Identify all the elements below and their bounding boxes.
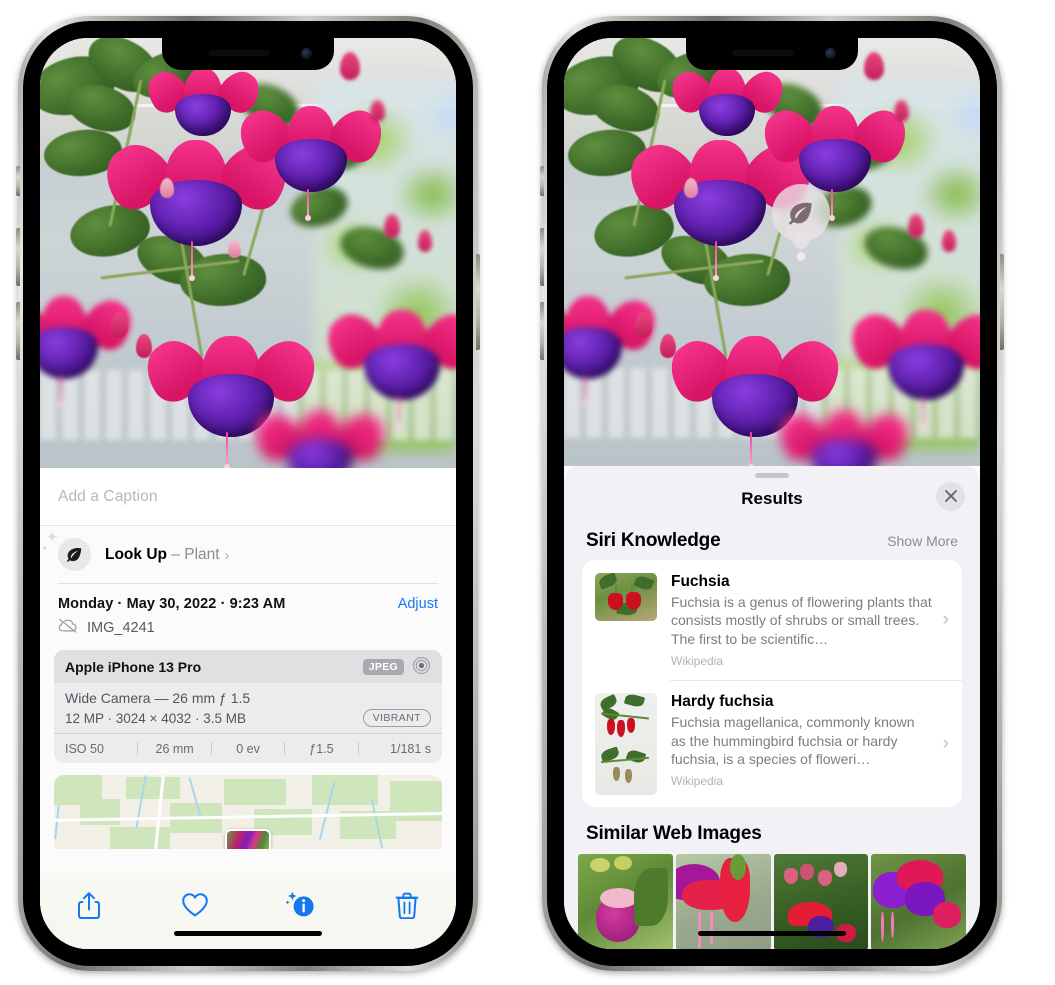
favorite-button[interactable]	[172, 885, 218, 925]
adjust-button[interactable]: Adjust	[398, 596, 438, 612]
image-size-info: 12 MP · 3024 × 4032 · 3.5 MB	[65, 710, 246, 726]
result-source: Wikipedia	[671, 653, 724, 668]
results-title: Results	[741, 488, 803, 508]
metadata-body: Wide Camera — 26 mm ƒ 1.5 12 MP · 3024 ×…	[54, 683, 442, 733]
similar-image-thumb[interactable]	[578, 853, 673, 949]
exif-ev: 0 ev	[236, 741, 260, 756]
volume-down-button[interactable]	[16, 302, 20, 360]
fuchsia-photo	[564, 38, 980, 466]
photo-date: Monday · May 30, 2022 · 9:23 AM	[58, 596, 286, 612]
volume-up-button[interactable]	[540, 228, 544, 286]
visual-lookup-badge[interactable]	[772, 184, 830, 242]
siri-knowledge-header: Siri Knowledge Show More	[564, 520, 980, 560]
volume-down-button[interactable]	[540, 302, 544, 360]
metadata-header: Apple iPhone 13 Pro JPEG	[54, 650, 442, 683]
similar-image-thumb[interactable]	[871, 853, 966, 949]
exif-row: ISO 50 26 mm 0 ev ƒ1.5 1/181 s	[54, 733, 442, 763]
list-item[interactable]: Hardy fuchsia Fuchsia magellanica, commo…	[582, 679, 962, 807]
camera-aperture-icon	[412, 656, 431, 678]
sparkle-small-icon: ✦	[41, 543, 49, 553]
exif-aperture: ƒ1.5	[309, 741, 334, 756]
look-up-subject: Plant	[184, 545, 220, 563]
close-button[interactable]	[936, 481, 965, 511]
photo-viewer[interactable]	[564, 38, 980, 466]
result-description: Fuchsia magellanica, commonly known as t…	[671, 713, 915, 768]
result-title: Hardy fuchsia	[671, 692, 774, 710]
location-map[interactable]	[54, 775, 442, 849]
close-icon	[944, 490, 957, 502]
photo-style-badge: VIBRANT	[362, 709, 431, 727]
format-badge: JPEG	[362, 658, 404, 675]
front-camera-icon	[825, 48, 836, 59]
cloud-slash-icon	[58, 618, 78, 638]
date-row: Monday · May 30, 2022 · 9:23 AM Adjust I…	[40, 583, 456, 638]
front-camera-icon	[301, 48, 312, 59]
caption-placeholder: Add a Caption	[58, 487, 158, 505]
fuchsia-photo	[40, 38, 456, 468]
similar-web-images-title: Similar Web Images	[586, 822, 762, 844]
info-button[interactable]	[278, 885, 324, 925]
chevron-right-icon: ›	[224, 546, 230, 563]
chevron-right-icon: ›	[942, 732, 949, 754]
power-button[interactable]	[476, 254, 480, 350]
photo-pin	[225, 829, 271, 849]
result-body: Fuchsia Fuchsia is a genus of flowering …	[671, 573, 939, 668]
section-title: Siri Knowledge	[586, 529, 721, 551]
result-thumbnail	[595, 692, 657, 795]
photo-info-panel: Add a Caption ✦ ✦ Look Up – Plant › Mond…	[40, 468, 456, 949]
photo-viewer[interactable]	[40, 38, 456, 468]
exif-shutter: 1/181 s	[390, 741, 432, 756]
lens-info: Wide Camera — 26 mm ƒ 1.5	[65, 690, 251, 706]
exif-focal: 26 mm	[155, 741, 194, 756]
show-more-button[interactable]: Show More	[887, 533, 958, 549]
device-name: Apple iPhone 13 Pro	[65, 658, 202, 675]
home-indicator[interactable]	[698, 931, 846, 936]
notch	[686, 38, 858, 70]
silent-switch[interactable]	[540, 166, 544, 196]
volume-up-button[interactable]	[16, 228, 20, 286]
result-body: Hardy fuchsia Fuchsia magellanica, commo…	[671, 693, 939, 795]
results-header: Results	[564, 478, 980, 520]
delete-button[interactable]	[384, 885, 430, 925]
look-up-row[interactable]: ✦ ✦ Look Up – Plant ›	[40, 526, 456, 583]
look-up-label: Look Up – Plant	[105, 546, 220, 564]
home-indicator[interactable]	[174, 931, 322, 936]
speaker-icon	[732, 50, 794, 56]
notch	[162, 38, 334, 70]
left-phone: Add a Caption ✦ ✦ Look Up – Plant › Mond…	[16, 16, 480, 971]
results-sheet: Results Siri Knowledge Show More Fuchsia…	[564, 466, 980, 949]
list-item[interactable]: Fuchsia Fuchsia is a genus of flowering …	[582, 560, 962, 680]
caption-field[interactable]: Add a Caption	[40, 468, 456, 526]
speaker-icon	[208, 50, 270, 56]
leaf-icon: ✦ ✦	[41, 530, 91, 571]
look-up-dash: –	[171, 545, 180, 563]
result-title: Fuchsia	[671, 572, 730, 590]
siri-knowledge-card: Fuchsia Fuchsia is a genus of flowering …	[582, 559, 962, 807]
right-screen: Results Siri Knowledge Show More Fuchsia…	[564, 38, 980, 949]
result-source: Wikipedia	[671, 774, 724, 788]
share-button[interactable]	[66, 885, 112, 925]
file-name: IMG_4241	[87, 620, 155, 636]
left-screen: Add a Caption ✦ ✦ Look Up – Plant › Mond…	[40, 38, 456, 949]
photo-toolbar	[40, 871, 456, 949]
screenshot-stage: Add a Caption ✦ ✦ Look Up – Plant › Mond…	[0, 0, 1055, 985]
right-phone: Results Siri Knowledge Show More Fuchsia…	[540, 16, 1004, 971]
exif-iso: ISO 50	[65, 741, 104, 756]
result-thumbnail	[595, 572, 657, 621]
camera-metadata-card[interactable]: Apple iPhone 13 Pro JPEG Wide Camera — 2…	[54, 650, 442, 763]
look-up-title: Look Up	[105, 545, 167, 563]
chevron-right-icon: ›	[942, 609, 949, 631]
silent-switch[interactable]	[16, 166, 20, 196]
power-button[interactable]	[1000, 254, 1004, 350]
result-description: Fuchsia is a genus of flowering plants t…	[671, 593, 932, 648]
